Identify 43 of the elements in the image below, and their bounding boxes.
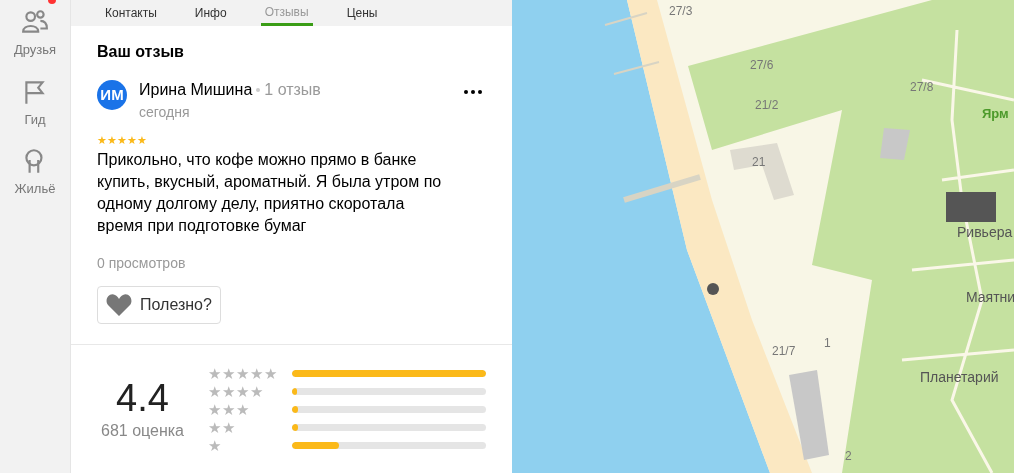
- review-stars: ★★★★★: [97, 135, 147, 146]
- sidebar-item[interactable]: Друзья: [13, 8, 57, 60]
- map-label: 21/2: [755, 97, 779, 114]
- star-row: ★★★★: [208, 384, 264, 399]
- star-row: ★★★: [208, 402, 250, 417]
- star-row: ★: [208, 438, 222, 453]
- sidebar-item[interactable]: Жильё: [14, 147, 56, 199]
- more-icon[interactable]: [464, 90, 482, 94]
- map-label: 1: [824, 335, 831, 352]
- tab[interactable]: Инфо: [190, 0, 231, 26]
- sidebar-item[interactable]: Гид: [21, 77, 49, 129]
- view-count: 0 просмотров: [97, 254, 187, 273]
- building: [730, 143, 794, 200]
- map-label: Ярм: [982, 105, 1009, 123]
- heart-icon: [106, 294, 132, 316]
- rating-score: 4.4: [116, 376, 169, 419]
- review-count: 1 отзыв: [264, 80, 321, 100]
- dot-separator-icon: [256, 88, 261, 92]
- rating-count: 681 оценка: [101, 420, 184, 441]
- review-date: сегодня: [139, 103, 191, 122]
- avatar: ИМ: [97, 80, 127, 110]
- building: [880, 128, 910, 160]
- review-text: Прикольно, что кофе можно прямо в банке купить, вкусный, ароматный. Я была утром по одному долгому делу, приятно скоротала время при подготовке бумаг: [97, 150, 442, 236]
- marker-icon: [707, 283, 719, 295]
- pier: [604, 12, 660, 75]
- map[interactable]: 27/3 27/6 21/2 27/8 Ярм 21 Ривьера Маятни 21/7 1 Планетарий 2: [512, 0, 1014, 473]
- map-label: Планетарий: [920, 368, 999, 387]
- map-label: Ривьера: [957, 223, 1013, 242]
- map-label: 2: [845, 448, 852, 465]
- star-row: ★★: [208, 420, 236, 435]
- map-label: 21/7: [772, 343, 796, 360]
- helpful-button[interactable]: Полезно?: [97, 286, 221, 324]
- tab[interactable]: Контакты: [101, 0, 161, 26]
- map-label: 27/6: [750, 57, 774, 74]
- map-label: 21: [752, 154, 766, 171]
- author-name[interactable]: Ирина Мишина: [139, 78, 253, 102]
- map-label: Маятни: [966, 288, 1014, 307]
- map-label: 27/8: [910, 79, 934, 96]
- map-label: 27/3: [669, 3, 693, 20]
- star-row: ★★★★★: [208, 366, 278, 381]
- friends-icon: [21, 8, 49, 36]
- section-heading: Ваш отзыв: [97, 42, 185, 62]
- tab[interactable]: Цены: [342, 0, 382, 26]
